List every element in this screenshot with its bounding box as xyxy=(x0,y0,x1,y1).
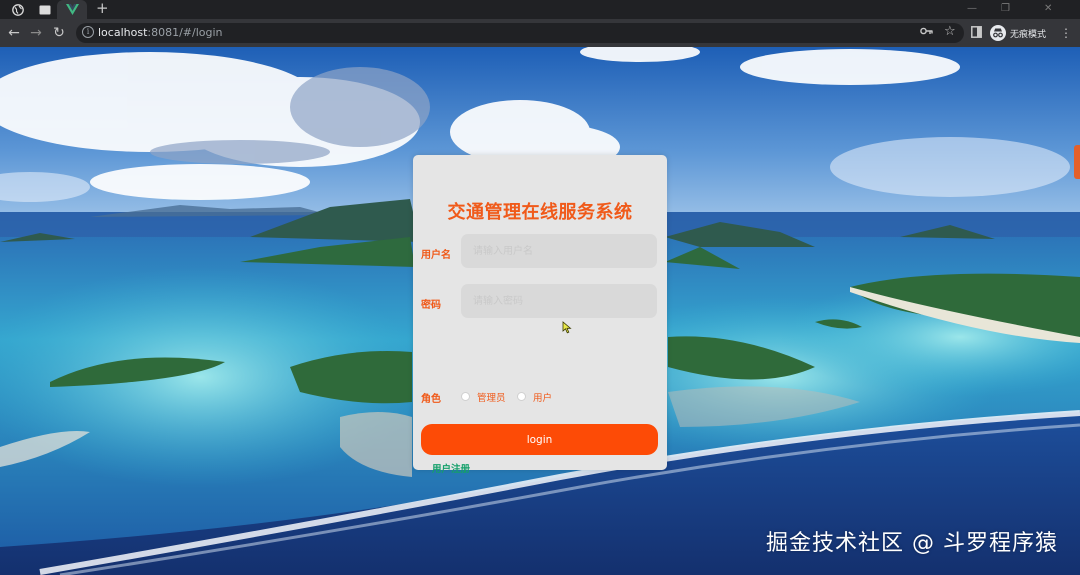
tab-strip: + — ❐ ✕ xyxy=(0,0,1080,19)
password-input[interactable] xyxy=(461,284,657,318)
role-admin-label[interactable]: 管理员 xyxy=(477,390,506,404)
key-icon[interactable] xyxy=(920,26,933,40)
username-input[interactable] xyxy=(461,234,657,268)
role-radio-admin[interactable] xyxy=(461,392,470,401)
incognito-indicator[interactable]: 无痕模式 xyxy=(990,23,1046,43)
bookmark-star-icon[interactable]: ☆ xyxy=(944,25,956,39)
new-tab-button[interactable]: + xyxy=(96,0,109,19)
side-edge-tab[interactable] xyxy=(1074,145,1080,179)
login-title: 交通管理在线服务系统 xyxy=(447,202,633,223)
address-bar[interactable]: i localhost:8081/#/login ☆ xyxy=(76,23,964,43)
vue-logo-icon xyxy=(66,3,79,16)
forward-arrow-icon[interactable]: → xyxy=(27,24,45,42)
reload-icon[interactable]: ↻ xyxy=(50,24,68,42)
sidebar-icon[interactable] xyxy=(971,26,982,42)
globe-icon[interactable] xyxy=(11,3,24,16)
role-label: 角色 xyxy=(421,394,441,405)
watermark: 掘金技术社区 @ 斗罗程序猿 xyxy=(766,531,1058,556)
site-info-icon[interactable]: i xyxy=(82,26,94,38)
username-label: 用户名 xyxy=(421,250,451,261)
window-icon[interactable] xyxy=(38,3,51,16)
incognito-label: 无痕模式 xyxy=(1010,29,1047,40)
browser-toolbar: ← → ↻ i localhost:8081/#/login ☆ 无痕模式 ⋮ xyxy=(0,19,1080,47)
incognito-icon xyxy=(990,25,1006,41)
maximize-button[interactable]: ❐ xyxy=(1001,0,1010,19)
login-button[interactable]: login xyxy=(421,424,658,455)
minimize-button[interactable]: — xyxy=(967,0,977,19)
role-user-label[interactable]: 用户 xyxy=(533,390,552,404)
tab-active[interactable] xyxy=(57,0,87,19)
close-window-button[interactable]: ✕ xyxy=(1044,0,1052,19)
browser-menu-icon[interactable]: ⋮ xyxy=(1060,24,1072,42)
register-link[interactable]: 用户注册 xyxy=(432,461,470,475)
url-text[interactable]: localhost:8081/#/login xyxy=(98,25,223,41)
back-arrow-icon[interactable]: ← xyxy=(5,24,23,42)
login-card: 交通管理在线服务系统 用户名 密码 角色 管理员 用户 login 用户注册 xyxy=(413,155,667,475)
mouse-cursor-icon xyxy=(562,321,572,334)
role-radio-user[interactable] xyxy=(517,392,526,401)
page-viewport: 交通管理在线服务系统 用户名 密码 角色 管理员 用户 login 用户注册 掘… xyxy=(0,47,1080,575)
password-label: 密码 xyxy=(421,300,441,311)
